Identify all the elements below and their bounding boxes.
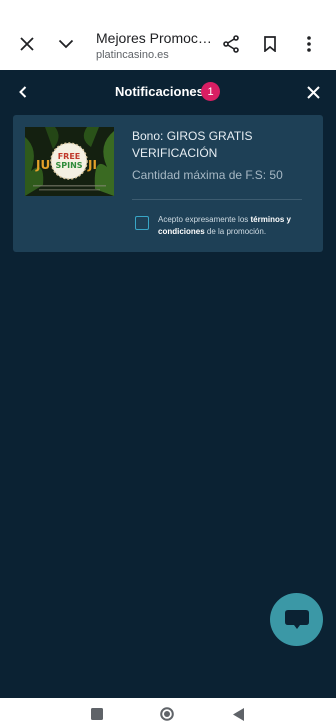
close-notifications-icon[interactable]	[304, 82, 322, 102]
promotion-thumbnail: JU JI FREE SPINS	[25, 127, 114, 196]
notifications-title: Notificaciones	[115, 84, 204, 99]
back-chevron-icon[interactable]	[14, 82, 32, 102]
terms-label: Acepto expresamente los términos y condi…	[158, 214, 308, 238]
system-nav-bar	[0, 698, 336, 728]
chat-bubble-icon	[284, 609, 309, 629]
page-title: Mejores Promoc…	[96, 30, 211, 46]
more-vert-icon[interactable]	[298, 33, 320, 55]
notifications-header: Notificaciones 1	[0, 70, 336, 114]
terms-suffix: de la promoción.	[204, 227, 267, 236]
terms-checkbox[interactable]	[135, 216, 149, 230]
browser-toolbar: Mejores Promoc… platincasino.es	[0, 0, 336, 70]
square-icon[interactable]	[90, 707, 104, 721]
share-icon[interactable]	[220, 33, 242, 55]
page-url: platincasino.es	[96, 49, 169, 61]
circle-icon[interactable]	[160, 707, 174, 721]
close-icon[interactable]	[16, 33, 38, 55]
notification-count-badge: 1	[201, 82, 220, 101]
chat-button[interactable]	[270, 593, 323, 646]
promotion-card: JU JI FREE SPINS Bono: GIROS GRATIS VERI…	[13, 115, 323, 252]
chevron-down-icon[interactable]	[55, 33, 77, 55]
promotion-max-amount: Cantidad máxima de F.S: 50	[132, 168, 283, 182]
back-triangle-icon[interactable]	[232, 707, 246, 721]
bookmark-icon[interactable]	[259, 33, 281, 55]
svg-text:JI: JI	[87, 158, 97, 172]
thumbnail-text-spins: SPINS	[55, 161, 82, 170]
svg-text:JU: JU	[35, 158, 50, 172]
divider	[132, 199, 302, 200]
thumbnail-text-free: FREE	[58, 152, 81, 161]
promotion-title: Bono: GIROS GRATIS VERIFICACIÓN	[132, 129, 253, 160]
notifications-panel: Notificaciones 1 JU JI FREE SPINS Bono: …	[0, 70, 336, 698]
terms-prefix: Acepto expresamente los	[158, 215, 251, 224]
